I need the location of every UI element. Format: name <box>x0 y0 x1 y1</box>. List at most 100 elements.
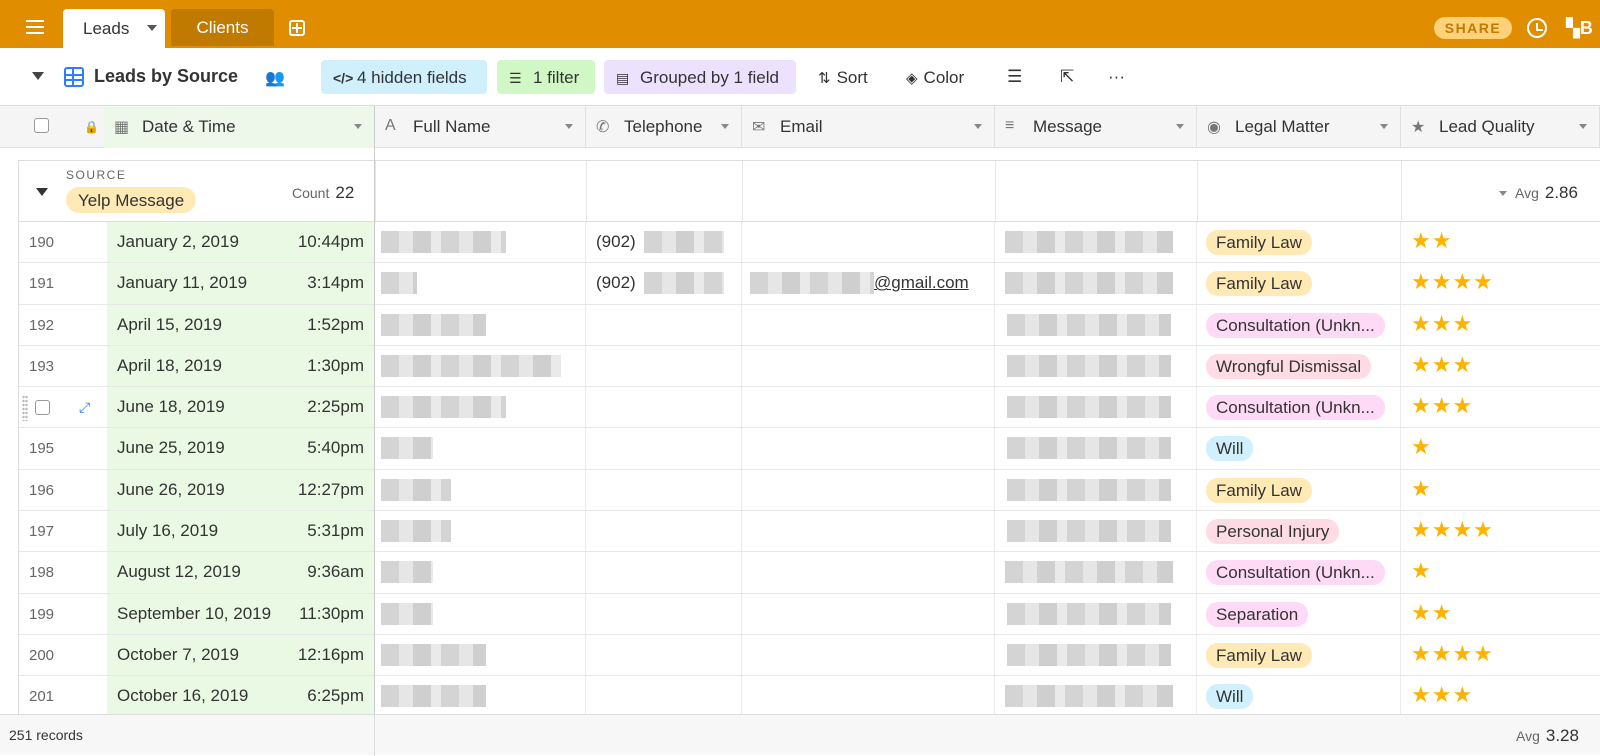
tab-leads[interactable]: Leads <box>63 9 165 48</box>
chevron-down-icon[interactable] <box>1176 124 1184 129</box>
table-row[interactable]: 193 April 18, 2019 1:30pm Wrongful Dismissa… <box>19 345 1600 388</box>
legal-matter-cell[interactable]: Personal Injury <box>1197 511 1401 552</box>
telephone-cell[interactable] <box>586 634 742 676</box>
row-number-cell[interactable]: ⤢ <box>19 387 107 427</box>
add-table-icon[interactable] <box>289 20 305 36</box>
star-rating[interactable]: ★★★ <box>1411 682 1473 707</box>
apps-button[interactable]: ▚B <box>1566 18 1593 39</box>
chevron-down-icon[interactable] <box>974 124 982 129</box>
full-name-cell[interactable] <box>375 263 586 304</box>
column-header-legal[interactable]: ◉ Legal Matter <box>1197 106 1401 148</box>
lead-quality-cell[interactable]: ★ <box>1401 470 1600 510</box>
star-rating[interactable]: ★★★ <box>1411 311 1473 336</box>
message-cell[interactable] <box>995 552 1197 593</box>
hamburger-menu-icon[interactable] <box>26 20 44 34</box>
table-row[interactable]: 201 October 16, 2019 6:25pm Will ★★★ <box>19 676 1600 714</box>
table-row[interactable]: 200 October 7, 2019 12:16pm Family Law ★★★★ <box>19 634 1600 677</box>
telephone-cell[interactable] <box>586 552 742 593</box>
row-number-cell[interactable]: 195 <box>19 428 107 468</box>
star-rating[interactable]: ★★★ <box>1411 352 1473 377</box>
full-name-cell[interactable] <box>375 222 586 263</box>
chevron-down-icon[interactable] <box>147 25 157 31</box>
column-header-email[interactable]: ✉ Email <box>742 106 995 148</box>
collapse-sidebar-icon[interactable] <box>32 72 44 80</box>
telephone-cell[interactable]: (902) <box>586 263 742 304</box>
chevron-down-icon[interactable] <box>1380 124 1388 129</box>
share-button[interactable]: SHARE <box>1434 17 1512 39</box>
lead-quality-cell[interactable]: ★★★ <box>1401 346 1600 386</box>
legal-matter-cell[interactable]: Will <box>1197 676 1401 714</box>
footer-average[interactable]: Avg 3.28 <box>1516 726 1579 746</box>
date-cell[interactable]: August 12, 2019 9:36am <box>107 552 375 593</box>
email-cell[interactable] <box>742 387 995 428</box>
date-cell[interactable]: October 16, 2019 6:25pm <box>107 676 375 714</box>
legal-matter-cell[interactable]: Will <box>1197 428 1401 469</box>
column-header-name[interactable]: A Full Name <box>375 106 586 148</box>
legal-matter-cell[interactable]: Family Law <box>1197 263 1401 304</box>
row-height-icon[interactable]: ☰ <box>1007 67 1022 87</box>
date-cell[interactable]: June 26, 2019 12:27pm <box>107 469 375 511</box>
lead-quality-cell[interactable]: ★★ <box>1401 222 1600 262</box>
lead-quality-cell[interactable]: ★★★★ <box>1401 511 1600 551</box>
row-number-cell[interactable]: 193 <box>19 346 107 386</box>
row-number-cell[interactable]: 201 <box>19 676 107 714</box>
lead-quality-cell[interactable]: ★★ <box>1401 594 1600 634</box>
message-cell[interactable] <box>995 428 1197 469</box>
color-button[interactable]: ◈ Color <box>906 68 964 88</box>
legal-matter-cell[interactable]: Family Law <box>1197 469 1401 511</box>
full-name-cell[interactable] <box>375 345 586 387</box>
telephone-cell[interactable] <box>586 469 742 511</box>
full-name-cell[interactable] <box>375 634 586 676</box>
drag-handle-icon[interactable] <box>22 395 28 422</box>
legal-matter-cell[interactable]: Consultation (Unkn... <box>1197 552 1401 593</box>
group-average[interactable]: Avg 2.86 <box>1499 183 1578 203</box>
date-cell[interactable]: June 25, 2019 5:40pm <box>107 428 375 469</box>
table-row[interactable]: 190 January 2, 2019 10:44pm (902) Family Law… <box>19 222 1600 264</box>
date-cell[interactable]: July 16, 2019 5:31pm <box>107 511 375 552</box>
email-cell[interactable] <box>742 345 995 387</box>
full-name-cell[interactable] <box>375 387 586 428</box>
email-cell[interactable] <box>742 552 995 593</box>
full-name-cell[interactable] <box>375 552 586 593</box>
table-row[interactable]: 195 June 25, 2019 5:40pm Will ★ <box>19 428 1600 470</box>
email-cell[interactable] <box>742 676 995 714</box>
filter-button[interactable]: ☰ 1 filter <box>497 60 595 94</box>
message-cell[interactable] <box>995 593 1197 634</box>
date-cell[interactable]: September 10, 2019 11:30pm <box>107 593 375 634</box>
row-number-cell[interactable]: 200 <box>19 635 107 675</box>
telephone-cell[interactable] <box>586 345 742 387</box>
full-name-cell[interactable] <box>375 469 586 511</box>
date-cell[interactable]: June 18, 2019 2:25pm <box>107 387 375 428</box>
collaborators-icon[interactable]: 👥 <box>265 68 285 88</box>
telephone-cell[interactable] <box>586 676 742 714</box>
view-name[interactable]: Leads by Source <box>94 66 238 87</box>
table-row[interactable]: ⤢ June 18, 2019 2:25pm Consultation (Unkn..… <box>19 387 1600 429</box>
select-all-checkbox[interactable] <box>34 118 49 133</box>
telephone-cell[interactable]: (902) <box>586 222 742 263</box>
more-options-icon[interactable]: ··· <box>1108 67 1125 87</box>
lead-quality-cell[interactable]: ★★★ <box>1401 676 1600 714</box>
star-rating[interactable]: ★ <box>1411 558 1432 583</box>
lead-quality-cell[interactable]: ★★★★ <box>1401 263 1600 303</box>
column-header-telephone[interactable]: ✆ Telephone <box>586 106 742 148</box>
date-cell[interactable]: October 7, 2019 12:16pm <box>107 634 375 676</box>
lead-quality-cell[interactable]: ★ <box>1401 552 1600 592</box>
chevron-down-icon[interactable] <box>1579 124 1587 129</box>
star-rating[interactable]: ★★ <box>1411 600 1452 625</box>
email-value[interactable]: @gmail.com <box>874 273 969 292</box>
chevron-down-icon[interactable] <box>354 124 362 129</box>
telephone-cell[interactable] <box>586 304 742 345</box>
lead-quality-cell[interactable]: ★★★★ <box>1401 635 1600 675</box>
date-cell[interactable]: January 11, 2019 3:14pm <box>107 263 375 304</box>
star-rating[interactable]: ★★ <box>1411 228 1452 253</box>
star-rating[interactable]: ★★★★ <box>1411 269 1494 294</box>
email-cell[interactable] <box>742 469 995 511</box>
row-number-cell[interactable]: 197 <box>19 511 107 551</box>
group-header[interactable]: SOURCE Yelp Message Count 22 Avg 2.86 <box>18 160 1600 223</box>
email-cell[interactable] <box>742 511 995 552</box>
table-row[interactable]: 192 April 15, 2019 1:52pm Consultation (Unk… <box>19 304 1600 346</box>
history-icon[interactable] <box>1527 18 1547 38</box>
telephone-cell[interactable] <box>586 511 742 552</box>
row-number-cell[interactable]: 190 <box>19 222 107 262</box>
message-cell[interactable] <box>995 634 1197 676</box>
